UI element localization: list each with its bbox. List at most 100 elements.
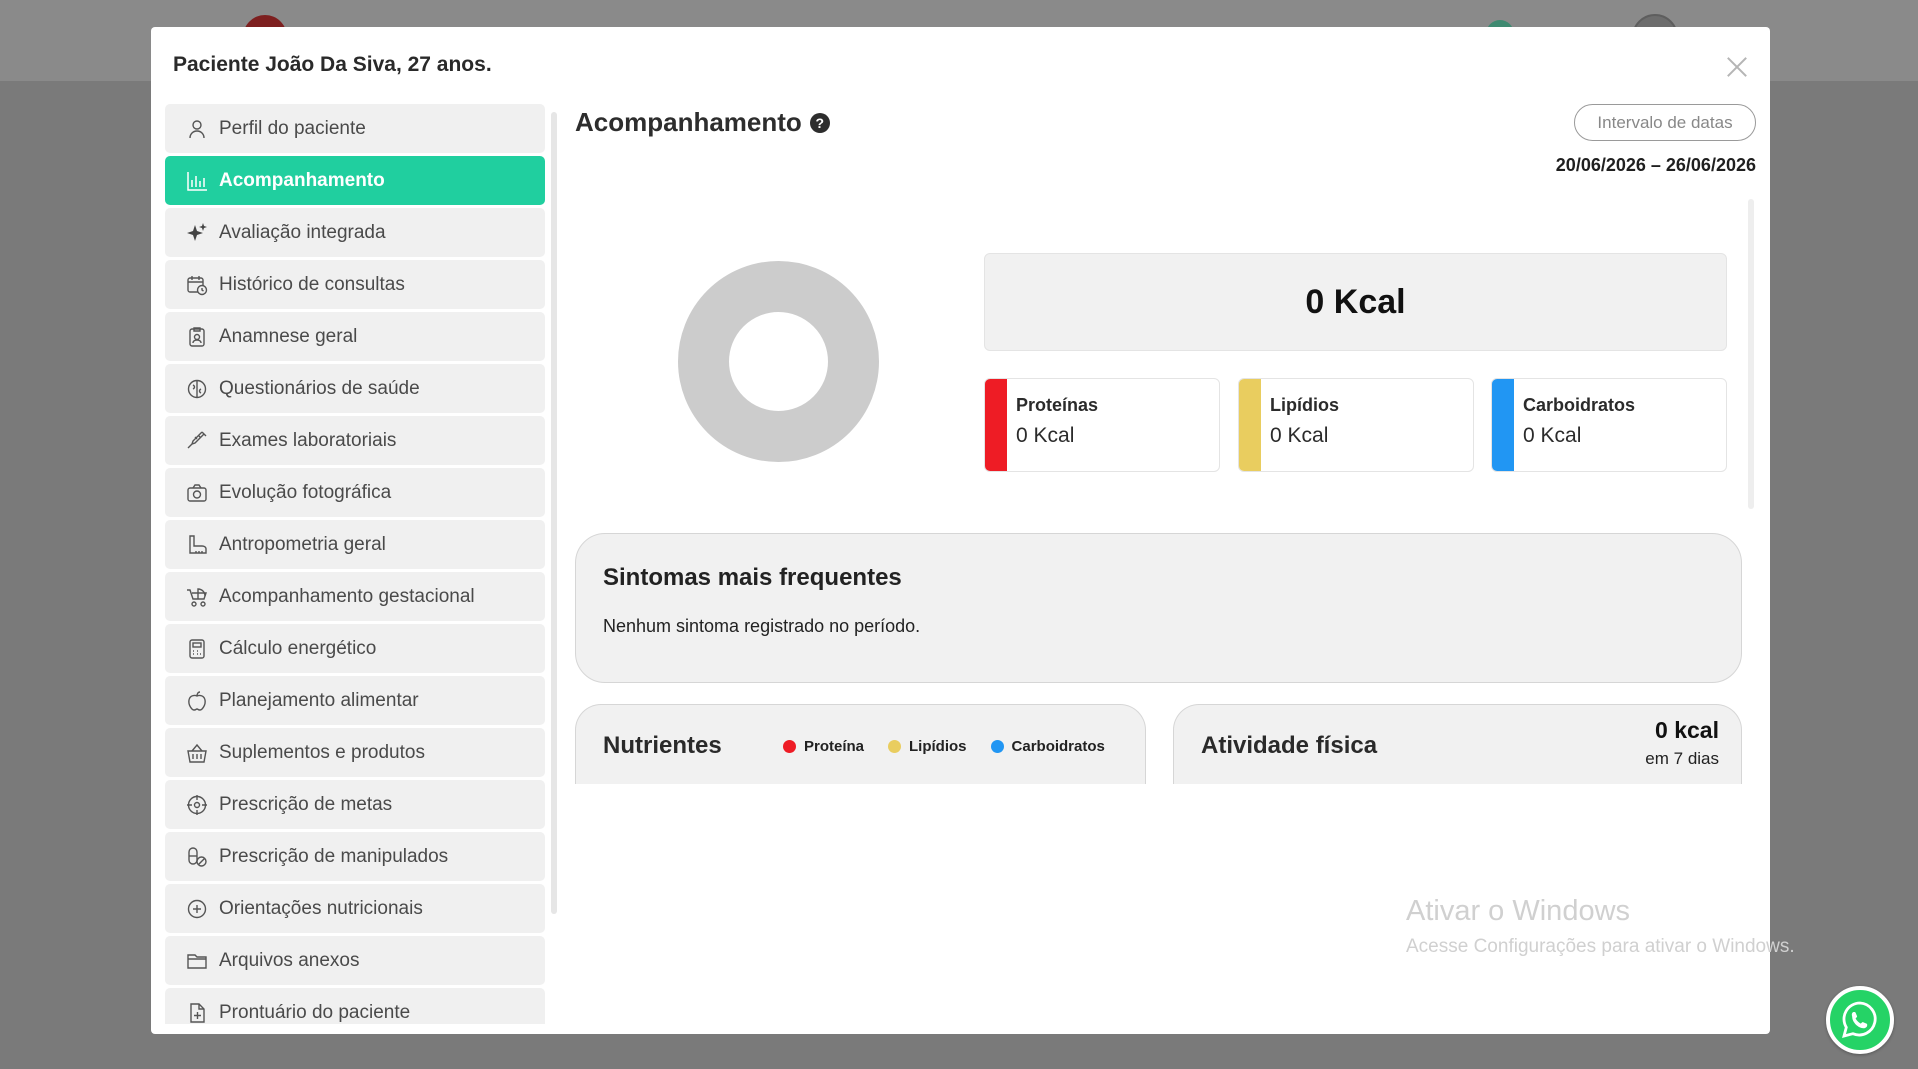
sidebar-item-label: Cálculo energético xyxy=(219,637,377,659)
symptoms-empty-text: Nenhum sintoma registrado no período. xyxy=(603,616,921,636)
watermark-title: Ativar o Windows xyxy=(1406,895,1631,927)
legend-item-proteina: Proteína xyxy=(783,738,864,755)
donut-ring xyxy=(678,261,879,462)
legend-label: Carboidratos xyxy=(1011,738,1105,755)
sidebar-item-label: Prescrição de manipulados xyxy=(219,845,449,867)
sidebar-item-label: Avaliação integrada xyxy=(219,221,386,243)
sidebar-item-planejamento[interactable]: Planejamento alimentar xyxy=(165,676,545,725)
legend-item-carboidratos: Carboidratos xyxy=(990,738,1105,755)
activity-card: Atividade física 0 kcal em 7 dias xyxy=(1173,704,1742,784)
syringe-icon xyxy=(185,429,209,453)
sidebar-item-arquivos[interactable]: Arquivos anexos xyxy=(165,936,545,985)
macro-color-bar xyxy=(1492,379,1514,471)
nutrients-title: Nutrientes xyxy=(603,732,722,759)
sidebar: Perfil do paciente Acompanhamento Avalia… xyxy=(165,104,545,1024)
page-title-text: Acompanhamento xyxy=(575,107,802,137)
sidebar-item-manipulados[interactable]: Prescrição de manipulados xyxy=(165,832,545,881)
macro-card-proteinas: Proteínas 0 Kcal xyxy=(984,378,1220,472)
sidebar-item-label: Orientações nutricionais xyxy=(219,897,423,919)
sidebar-item-label: Suplementos e produtos xyxy=(219,741,425,763)
sidebar-item-gestacional[interactable]: Acompanhamento gestacional xyxy=(165,572,545,621)
sidebar-item-orientacoes[interactable]: Orientações nutricionais xyxy=(165,884,545,933)
legend-label: Proteína xyxy=(804,738,865,755)
symptoms-title: Sintomas mais frequentes xyxy=(603,564,902,591)
sidebar-item-label: Histórico de consultas xyxy=(219,273,405,295)
basket-icon xyxy=(185,741,209,765)
pills-icon xyxy=(185,845,209,869)
sidebar-item-label: Prescrição de metas xyxy=(219,793,393,815)
page-title: Acompanhamento ? xyxy=(575,107,830,138)
camera-icon xyxy=(185,481,209,505)
sidebar-item-label: Planejamento alimentar xyxy=(219,689,419,711)
whatsapp-icon xyxy=(1842,1001,1877,1038)
total-kcal: 0 Kcal xyxy=(984,253,1727,351)
calendar-clock-icon xyxy=(185,273,209,297)
legend-item-lipidios: Lipídios xyxy=(888,738,967,755)
sidebar-item-suplementos[interactable]: Suplementos e produtos xyxy=(165,728,545,777)
sidebar-item-label: Acompanhamento xyxy=(219,169,385,191)
macro-name: Proteínas xyxy=(1016,395,1099,415)
plus-circle-icon xyxy=(185,897,209,921)
chart-icon xyxy=(185,169,209,193)
sidebar-item-label: Perfil do paciente xyxy=(219,117,366,139)
macro-name: Carboidratos xyxy=(1523,395,1636,415)
sidebar-item-exames[interactable]: Exames laboratoriais xyxy=(165,416,545,465)
sidebar-item-historico[interactable]: Histórico de consultas xyxy=(165,260,545,309)
file-plus-icon xyxy=(185,1001,209,1025)
modal-title: Paciente João Da Siva, 27 anos. xyxy=(173,53,492,76)
clipboard-user-icon xyxy=(185,325,209,349)
symptoms-card: Sintomas mais frequentes Nenhum sintoma … xyxy=(575,533,1742,683)
sidebar-item-label: Anamnese geral xyxy=(219,325,358,347)
macro-card-carboidratos: Carboidratos 0 Kcal xyxy=(1491,378,1727,472)
legend-dot xyxy=(888,740,902,753)
calculator-icon xyxy=(185,637,209,661)
legend-dot xyxy=(990,740,1004,753)
activity-kcal: 0 kcal xyxy=(1655,717,1719,743)
sidebar-item-anamnese[interactable]: Anamnese geral xyxy=(165,312,545,361)
macro-value: 0 Kcal xyxy=(1270,424,1329,447)
folder-icon xyxy=(185,949,209,973)
sidebar-item-acompanhamento[interactable]: Acompanhamento xyxy=(165,156,545,205)
sidebar-item-label: Prontuário do paciente xyxy=(219,1001,411,1023)
nutrients-card: Nutrientes Proteína Lipídios Carboidrato… xyxy=(575,704,1146,784)
help-icon[interactable]: ? xyxy=(809,112,830,133)
sidebar-item-calculo[interactable]: Cálculo energético xyxy=(165,624,545,673)
legend-label: Lipídios xyxy=(909,738,967,755)
sparkle-icon xyxy=(185,221,209,245)
sidebar-item-label: Arquivos anexos xyxy=(219,949,360,971)
sidebar-item-metas[interactable]: Prescrição de metas xyxy=(165,780,545,829)
sidebar-item-avaliacao[interactable]: Avaliação integrada xyxy=(165,208,545,257)
whatsapp-button[interactable] xyxy=(1826,986,1894,1054)
macro-color-bar xyxy=(985,379,1007,471)
ruler-foot-icon xyxy=(185,533,209,557)
stroller-icon xyxy=(185,585,209,609)
brain-icon xyxy=(185,377,209,401)
sidebar-item-questionarios[interactable]: Questionários de saúde xyxy=(165,364,545,413)
sidebar-item-antropometria[interactable]: Antropometria geral xyxy=(165,520,545,569)
date-range-button[interactable]: Intervalo de datas xyxy=(1574,104,1756,141)
close-icon[interactable] xyxy=(1724,54,1750,80)
legend-dot xyxy=(783,740,796,753)
activity-period: em 7 dias xyxy=(1645,749,1719,768)
macro-card-lipidios: Lipídios 0 Kcal xyxy=(1238,378,1474,472)
date-range-text: 20/06/2026 – 26/06/2026 xyxy=(1555,155,1756,175)
macro-value: 0 Kcal xyxy=(1016,424,1075,447)
content-scrollbar[interactable] xyxy=(1748,199,1754,509)
sidebar-item-prontuario[interactable]: Prontuário do paciente xyxy=(165,988,545,1024)
sidebar-scrollbar[interactable] xyxy=(551,112,557,914)
watermark-subtitle: Acesse Configurações para ativar o Windo… xyxy=(1406,936,1795,957)
activity-title: Atividade física xyxy=(1201,732,1378,759)
sidebar-item-evolucao[interactable]: Evolução fotográfica xyxy=(165,468,545,517)
macro-color-bar xyxy=(1239,379,1261,471)
target-icon xyxy=(185,793,209,817)
apple-icon xyxy=(185,689,209,713)
sidebar-item-label: Evolução fotográfica xyxy=(219,481,392,503)
sidebar-item-label: Exames laboratoriais xyxy=(219,429,397,451)
sidebar-item-perfil[interactable]: Perfil do paciente xyxy=(165,104,545,153)
nutrients-legend: Proteína Lipídios Carboidratos xyxy=(783,738,1105,755)
sidebar-item-label: Questionários de saúde xyxy=(219,377,420,399)
user-icon xyxy=(185,117,209,141)
sidebar-item-label: Acompanhamento gestacional xyxy=(219,585,475,607)
calorie-donut-chart xyxy=(678,261,879,462)
patient-modal: Paciente João Da Siva, 27 anos. Perfil d… xyxy=(151,27,1770,1034)
